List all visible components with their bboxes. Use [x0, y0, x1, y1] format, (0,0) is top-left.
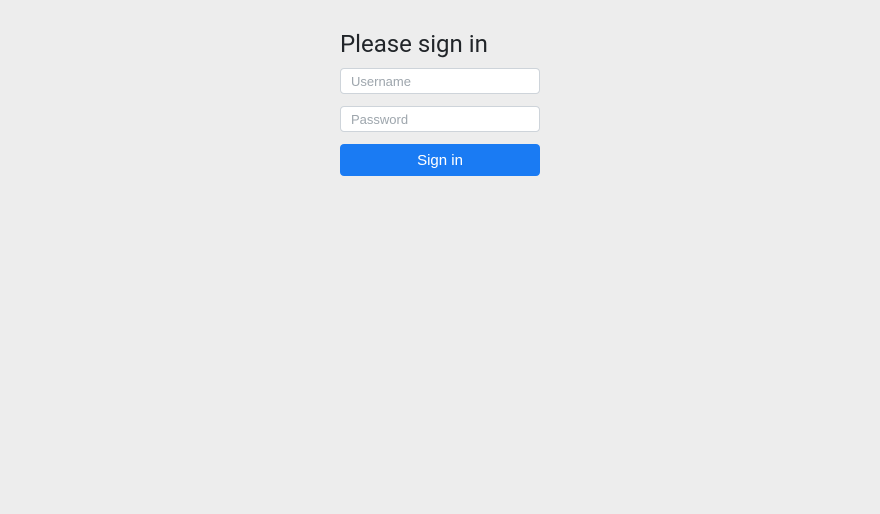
password-input[interactable]	[340, 106, 540, 132]
page-title: Please sign in	[340, 30, 540, 58]
signin-button[interactable]: Sign in	[340, 144, 540, 176]
login-form: Please sign in Sign in	[340, 0, 540, 176]
username-input[interactable]	[340, 68, 540, 94]
